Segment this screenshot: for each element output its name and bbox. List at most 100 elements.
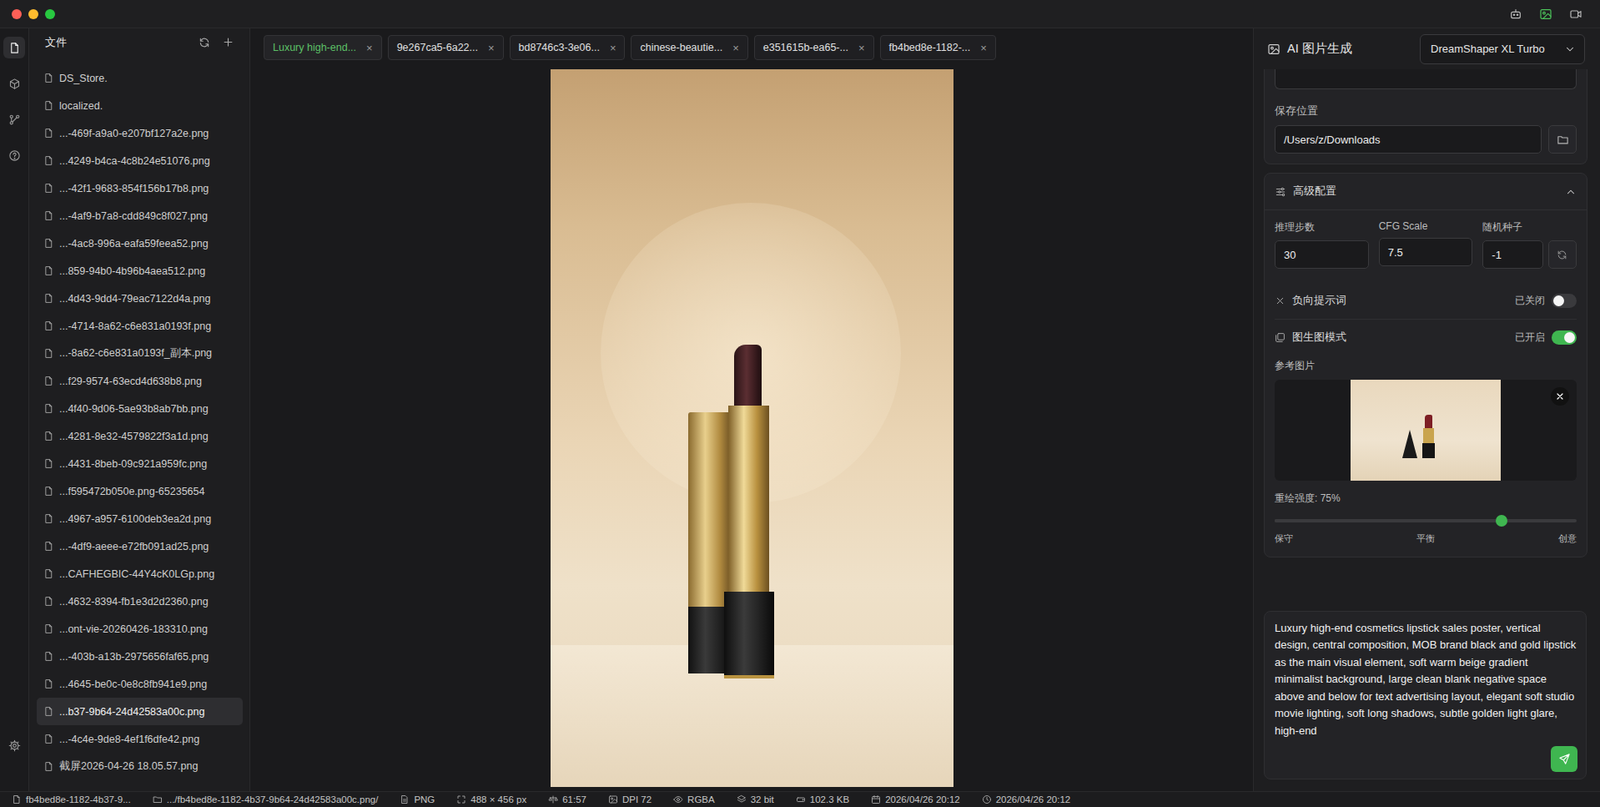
strength-slider[interactable] — [1274, 514, 1577, 527]
file-row[interactable]: ...4431-8beb-09c921a959fc.png — [36, 449, 243, 478]
parameter-input-row: -1 — [1482, 240, 1577, 269]
file-name: ...-8a62-c6e831a0193f_副本.png — [59, 346, 212, 361]
file-row[interactable]: ...4967-a957-6100deb3ea2d.png — [36, 504, 243, 533]
tab[interactable]: e351615b-ea65-...× — [754, 35, 875, 61]
toggle-row: 负向提示词已关闭 — [1274, 282, 1577, 320]
tab-close-button[interactable]: × — [858, 42, 866, 54]
file-icon — [11, 794, 22, 805]
flow-rail-button[interactable] — [3, 108, 26, 131]
file-row[interactable]: 截屏2026-04-26 18.05.57.png — [36, 752, 243, 780]
status-item: 102.3 KB — [795, 794, 850, 805]
toggle-section: 负向提示词已关闭图生图模式已开启 — [1274, 281, 1577, 356]
file-row[interactable]: ...-4ac8-996a-eafa59feea52.png — [36, 229, 243, 257]
file-row[interactable]: ...-8a62-c6e831a0193f_副本.png — [36, 339, 243, 368]
status-item: 488 × 456 px — [456, 794, 527, 805]
status-text: PNG — [413, 794, 435, 805]
tab-close-button[interactable]: × — [488, 42, 495, 54]
tab-close-button[interactable]: × — [732, 42, 740, 54]
file-icon — [43, 100, 55, 111]
file-row[interactable]: ...ont-vie-20260426-183310.png — [36, 614, 243, 643]
video-mode-button[interactable] — [1564, 3, 1587, 26]
tab[interactable]: bd8746c3-3e06... × — [509, 35, 626, 61]
help-icon — [8, 149, 21, 162]
file-name: ...4967-a957-6100deb3ea2d.png — [59, 513, 212, 525]
cube-rail-button[interactable] — [3, 72, 26, 95]
window-control-button[interactable] — [45, 9, 56, 20]
file-row[interactable]: ...4645-be0c-0e8c8fb941e9.png — [36, 669, 243, 698]
ai-image-panel: AI 图片生成DreamShaper XL Turbo保存位置/Users/z/… — [1252, 28, 1600, 791]
image-mode-button[interactable] — [1534, 3, 1557, 26]
refresh-icon[interactable] — [198, 36, 211, 49]
file-row[interactable]: DS_Store. — [36, 64, 243, 92]
file-name: ...4645-be0c-0e8c8fb941e9.png — [59, 678, 207, 690]
image-icon — [1267, 42, 1281, 56]
status-item: 2026/04/26 20:12 — [981, 794, 1072, 805]
slider-thumb[interactable] — [1495, 514, 1508, 527]
advanced-header[interactable]: 高级配置 — [1264, 173, 1587, 211]
workspace: 文件DS_Store.localized....-469f-a9a0-e207b… — [0, 28, 1600, 791]
send-button[interactable] — [1550, 745, 1578, 772]
clock-icon — [981, 794, 992, 805]
tab-label: bd8746c3-3e06... — [518, 41, 600, 54]
toggle-switch[interactable] — [1551, 293, 1577, 308]
tab-close-button[interactable]: × — [980, 42, 987, 54]
tab-close-button[interactable]: × — [609, 42, 617, 54]
toggle-switch[interactable] — [1551, 330, 1577, 345]
file-row[interactable]: ...f595472b050e.png-65235654 — [36, 477, 243, 505]
file-row[interactable]: ...-469f-a9a0-e207bf127a2e.png — [36, 119, 243, 147]
file-row[interactable]: localized. — [36, 91, 243, 120]
window-control-button[interactable] — [28, 9, 39, 20]
prompt-input[interactable]: Luxury high-end cosmetics lipstick sales… — [1274, 619, 1578, 740]
file-icon — [43, 155, 55, 167]
tab[interactable]: fb4bed8e-1182-...× — [880, 35, 997, 61]
settings-rail-button[interactable] — [3, 734, 26, 756]
color-icon — [673, 794, 684, 805]
file-icon — [43, 127, 55, 139]
plus-icon[interactable] — [221, 35, 235, 49]
file-row[interactable]: ...-42f1-9683-854f156b17b8.png — [36, 174, 243, 202]
file-name: ...b37-9b64-24d42583a00c.png — [59, 705, 205, 718]
status-text: 102.3 KB — [810, 794, 850, 805]
refresh-icon — [1556, 249, 1568, 261]
parameter-input[interactable]: -1 — [1482, 240, 1544, 269]
browse-folder-button[interactable] — [1548, 125, 1577, 154]
file-row[interactable]: ...4249-b4ca-4c8b24e51076.png — [36, 146, 243, 175]
file-row[interactable]: ...-4af9-b7a8-cdd849c8f027.png — [36, 201, 243, 230]
prompt-card: Luxury high-end cosmetics lipstick sales… — [1263, 610, 1587, 780]
tab-close-button[interactable]: × — [366, 42, 373, 54]
file-row[interactable]: ...f29-9574-63ecd4d638b8.png — [36, 367, 243, 395]
window-control-button[interactable] — [11, 9, 22, 20]
help-rail-button[interactable] — [3, 144, 26, 167]
files-rail-button[interactable] — [3, 36, 26, 59]
tab[interactable]: chinese-beautie...× — [630, 35, 748, 61]
file-icon — [43, 375, 55, 387]
file-row[interactable]: ...4f40-9d06-5ae93b8ab7bb.png — [36, 394, 243, 423]
slider-fill — [1274, 518, 1502, 523]
disk-icon — [795, 794, 806, 805]
random-seed-button[interactable] — [1548, 240, 1577, 269]
file-icon — [43, 292, 55, 304]
file-row[interactable]: ...859-94b0-4b96b4aea512.png — [36, 256, 243, 285]
file-row[interactable]: ...4632-8394-fb1e3d2d2360.png — [36, 587, 243, 615]
strength-tick-label: 平衡 — [1416, 532, 1435, 545]
parameter-input[interactable]: 7.5 — [1378, 237, 1474, 267]
settings-icon — [8, 739, 21, 752]
file-row[interactable]: ...b37-9b64-24d42583a00c.png — [36, 697, 243, 725]
settings-scroll: 保存位置/Users/z/Downloads高级配置推理步数30CFG Scal… — [1253, 69, 1600, 601]
remove-reference-button[interactable] — [1550, 387, 1570, 406]
tab[interactable]: Luxury high-end...× — [263, 35, 383, 61]
file-row[interactable]: ...-4714-8a62-c6e831a0193f.png — [36, 311, 243, 340]
file-row[interactable]: ...-403b-a13b-2975656faf65.png — [36, 642, 243, 670]
bot-mode-button[interactable] — [1504, 3, 1527, 26]
file-row[interactable]: ...4d43-9dd4-79eac7122d4a.png — [36, 284, 243, 312]
file-row[interactable]: ...-4df9-aeee-e72fb091ad25.png — [36, 532, 243, 560]
tab[interactable]: 9e267ca5-6a22...× — [387, 35, 504, 61]
save-location-input[interactable]: /Users/z/Downloads — [1274, 125, 1542, 154]
model-dropdown[interactable]: DreamShaper XL Turbo — [1419, 34, 1585, 65]
file-row[interactable]: ...CAFHEGBIC-44Y4cK0LGp.png — [36, 559, 243, 588]
parameter-input[interactable]: 30 — [1274, 240, 1369, 269]
file-row[interactable]: ...-4c4e-9de8-4ef1f6dfe42.png — [36, 724, 243, 753]
status-item: .../fb4bed8e-1182-4b37-9b64-24d42583a00c… — [152, 794, 379, 805]
date-icon — [870, 794, 881, 805]
file-row[interactable]: ...4281-8e32-4579822f3a1d.png — [36, 422, 243, 450]
